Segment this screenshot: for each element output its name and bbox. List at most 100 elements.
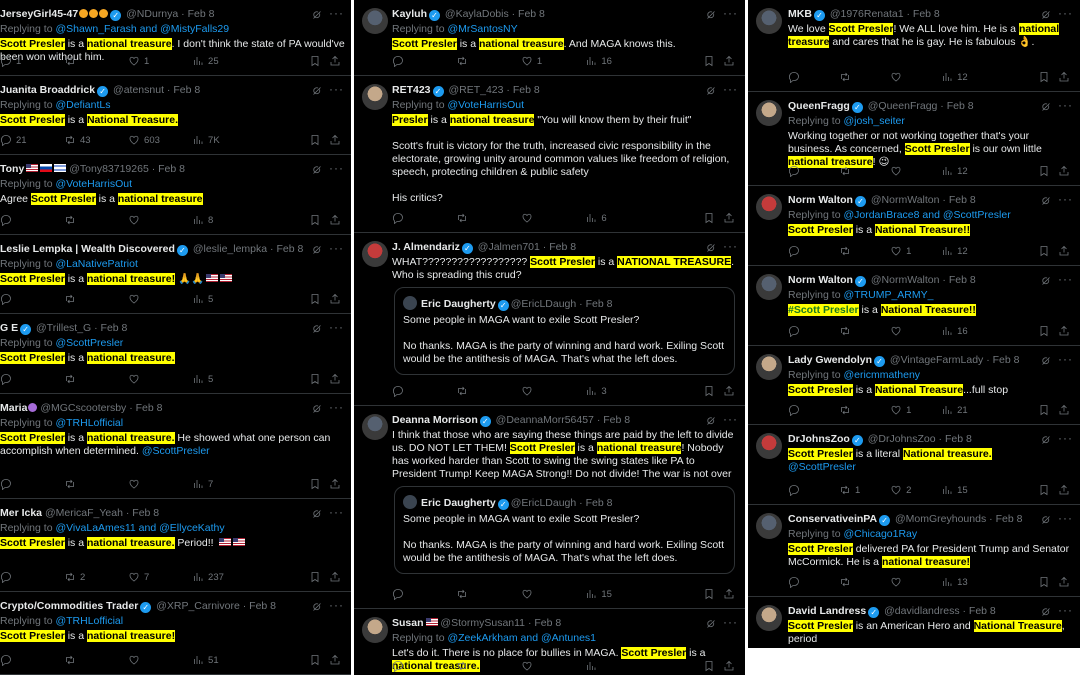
author-name[interactable]: Leslie Lempka | Wealth Discovered [0,243,175,255]
share-button[interactable] [329,293,341,305]
views-button[interactable]: 12 [941,245,968,257]
reply-mentions[interactable]: @JordanBrace8 and @ScottPresler [843,209,1010,221]
like-button[interactable] [521,385,537,397]
views-button[interactable]: 6 [585,212,607,224]
like-button[interactable] [521,660,537,672]
tweet-date[interactable]: Feb 8 [993,354,1020,366]
author-name[interactable]: Lady Gwendolyn [788,354,872,366]
grok-icon[interactable] [705,85,717,97]
avatar[interactable] [403,495,417,509]
more-icon[interactable]: ··· [723,6,738,20]
reply-mentions[interactable]: @TRHLofficial [55,417,123,429]
grok-icon[interactable] [1040,355,1052,367]
bookmark-button[interactable] [703,385,715,397]
reply-mentions[interactable]: @MrSantosNY [447,23,517,35]
share-button[interactable] [329,214,341,226]
author-name[interactable]: Norm Walton [788,274,853,286]
more-icon[interactable]: ··· [1058,98,1073,112]
share-button[interactable] [329,571,341,583]
more-icon[interactable]: ··· [329,320,344,334]
tweet-date[interactable]: Feb 8 [949,194,976,206]
quoted-tweet[interactable]: Eric Daugherty ✓ @EricLDaugh · Feb 8 Some p… [394,486,735,574]
tweet-date[interactable]: Feb 8 [276,243,303,255]
bookmark-button[interactable] [309,134,321,146]
author-handle[interactable]: @DeannaMorr56457 [493,414,594,426]
tweet[interactable]: Mer Icka @MericaF_Yeah · Feb 8 ··· Replyin… [0,499,351,592]
author-name[interactable]: Mer Icka [0,507,42,519]
share-button[interactable] [723,660,735,672]
bookmark-button[interactable] [309,293,321,305]
views-button[interactable]: 3 [585,385,607,397]
grok-icon[interactable] [311,601,323,613]
views-button[interactable]: 12 [941,165,968,177]
tweet[interactable]: MKB ✓ @1976Renata1 · Feb 8 ··· We love Scot… [748,0,1080,92]
grok-icon[interactable] [1040,606,1052,618]
views-button[interactable]: 237 [192,571,224,583]
like-button[interactable] [890,576,906,588]
reply-button[interactable] [392,55,408,68]
reply-mentions[interactable]: @ericmmatheny [843,369,920,381]
avatar[interactable] [362,414,388,440]
author-handle[interactable]: @Tony83719265 [66,163,149,175]
reply-button[interactable] [0,478,16,491]
grok-icon[interactable] [705,415,717,427]
views-button[interactable]: 51 [192,654,219,666]
like-button[interactable]: 7 [128,571,149,583]
more-icon[interactable]: ··· [1058,272,1073,286]
tweet[interactable]: Kayluh ✓ @KaylaDobis · Feb 8 ··· Replying t… [354,0,745,76]
author-name[interactable]: J. Almendariz [392,241,460,253]
reply-button[interactable] [0,214,16,227]
reply-mentions[interactable]: @VivaLaAmes11 and @EllyceKathy [55,522,224,534]
reply-button[interactable] [0,293,16,306]
tweet-date[interactable]: Feb 8 [534,617,561,629]
author-handle[interactable]: @leslie_lempka [190,243,267,255]
grok-icon[interactable] [1040,275,1052,287]
tweet-date[interactable]: Feb 8 [518,8,545,20]
author-handle[interactable]: @MGCscootersby [37,402,126,414]
bookmark-button[interactable] [703,660,715,672]
tweet-date[interactable]: Feb 8 [158,163,185,175]
views-button[interactable]: 13 [941,576,968,588]
share-button[interactable] [1058,576,1070,588]
like-button[interactable]: 2 [890,484,911,496]
tweet[interactable]: Norm Walton ✓ @NormWalton · Feb 8 ··· Reply… [748,266,1080,346]
author-handle[interactable]: @VintageFarmLady [887,354,983,366]
tweet-date[interactable]: Feb 8 [996,513,1023,525]
reply-mentions[interactable]: @DefiantLs [55,99,110,111]
bookmark-button[interactable] [1038,165,1050,177]
author-handle[interactable]: @RET_423 [446,84,503,96]
reply-mentions[interactable]: @LaNativePatriot [55,258,137,270]
tweet-date[interactable]: Feb 8 [949,274,976,286]
share-button[interactable] [329,55,341,67]
author-handle[interactable]: @davidlandress [881,605,959,617]
retweet-button[interactable]: 43 [64,134,91,146]
author-name[interactable]: Deanna Morrison [392,414,478,426]
bookmark-button[interactable] [309,214,321,226]
reply-mentions[interactable]: @Shawn_Farash and @MistyFalls29 [55,23,229,35]
retweet-button[interactable] [456,588,472,600]
reply-button[interactable] [392,212,408,225]
bookmark-button[interactable] [1038,484,1050,496]
share-button[interactable] [1058,245,1070,257]
views-button[interactable]: 16 [585,55,612,67]
reply-button[interactable] [788,71,804,84]
avatar[interactable] [756,194,782,220]
more-icon[interactable]: ··· [329,400,344,414]
reply-button[interactable] [788,325,804,338]
views-button[interactable]: 16 [941,325,968,337]
reply-button[interactable] [788,165,804,178]
tweet[interactable]: Tony @Tony83719265 · Feb 8 ··· Replying to… [0,155,351,235]
share-button[interactable] [723,55,735,67]
author-name[interactable]: Juanita Broaddrick [0,84,95,96]
retweet-button[interactable]: 1 [839,484,860,496]
quoted-tweet-date[interactable]: Feb 8 [586,497,613,509]
tweet[interactable]: Maria @MGCscootersby · Feb 8 ··· Replying … [0,394,351,499]
views-button[interactable]: 15 [585,588,612,600]
author-handle[interactable]: @atensnut [110,84,164,96]
retweet-button[interactable] [64,55,80,67]
author-handle[interactable]: @NormWalton [868,194,940,206]
reply-button[interactable] [788,404,804,417]
quoted-author-name[interactable]: Eric Daugherty [421,298,496,310]
share-button[interactable] [329,373,341,385]
retweet-button[interactable] [64,373,80,385]
